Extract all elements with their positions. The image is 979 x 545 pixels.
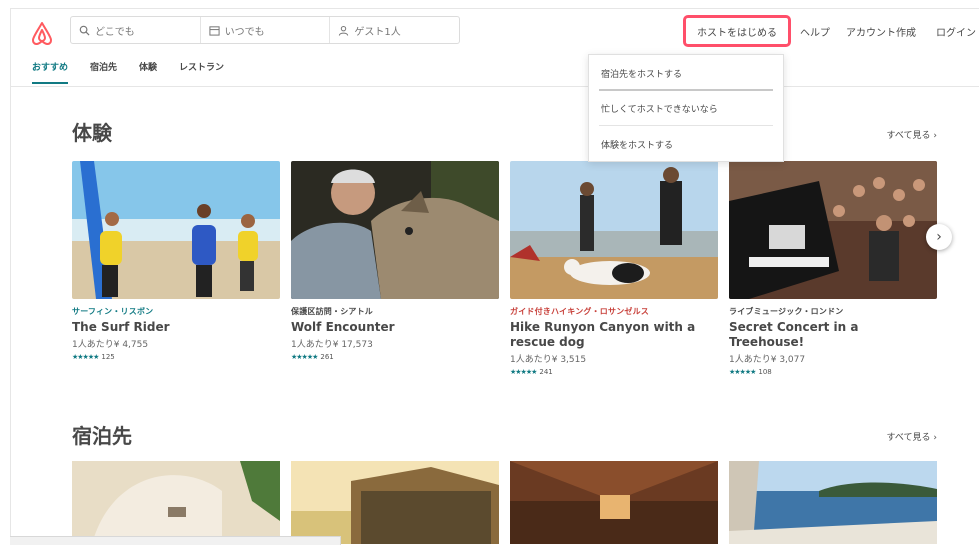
host-menu-item-experiences[interactable]: 体験をホストする: [601, 138, 673, 151]
experiences-heading: 体験: [72, 121, 112, 145]
star-rating-icon: ★★★★★: [291, 353, 318, 361]
review-count: 108: [758, 368, 772, 376]
experience-photo: [510, 161, 718, 299]
stay-photo[interactable]: [72, 461, 280, 544]
experience-card[interactable]: ガイド付きハイキング・ロサンゼルス Hike Runyon Canyon wit…: [510, 161, 718, 376]
experience-card[interactable]: サーフィン・リスボン The Surf Rider 1人あたり¥ 4,755 ★…: [72, 161, 280, 361]
stay-photo[interactable]: [729, 461, 937, 544]
when-field[interactable]: いつでも: [201, 17, 331, 43]
guests-field[interactable]: ゲスト1人: [330, 17, 459, 43]
stay-photo[interactable]: [291, 461, 499, 544]
experience-rating: ★★★★★ 261: [291, 353, 499, 361]
experience-rating: ★★★★★ 241: [510, 368, 718, 376]
tab-experiences[interactable]: 体験: [139, 60, 157, 84]
review-count: 241: [539, 368, 553, 376]
experiences-see-all-link[interactable]: すべて見る ›: [887, 128, 937, 141]
experience-rating: ★★★★★ 108: [729, 368, 937, 376]
stays-see-all-link[interactable]: すべて見る ›: [887, 430, 937, 443]
help-link[interactable]: ヘルプ: [800, 24, 830, 39]
star-rating-icon: ★★★★★: [72, 353, 99, 361]
experience-price: 1人あたり¥ 3,077: [729, 355, 806, 365]
host-menu-dropdown: 宿泊先をホストする 忙しくてホストできないなら 体験をホストする: [588, 54, 784, 162]
search-icon: [79, 25, 90, 36]
review-count: 125: [101, 353, 115, 361]
tab-restaurants[interactable]: レストラン: [179, 60, 224, 84]
experience-category: 保護区訪問・シアトル: [291, 307, 373, 316]
experience-category: ライブミュージック・ロンドン: [729, 307, 844, 316]
where-field[interactable]: どこでも: [71, 17, 201, 43]
calendar-icon: [209, 25, 220, 36]
experience-title: Hike Runyon Canyon with a rescue dog: [510, 320, 696, 349]
experience-category: サーフィン・リスボン: [72, 307, 154, 316]
experience-photo: [72, 161, 280, 299]
where-value: どこでも: [95, 26, 135, 38]
stay-photo[interactable]: [510, 461, 718, 544]
experience-title: Wolf Encounter: [291, 320, 395, 334]
experience-card[interactable]: 保護区訪問・シアトル Wolf Encounter 1人あたり¥ 17,573 …: [291, 161, 499, 361]
review-count: 261: [320, 353, 334, 361]
experience-title: The Surf Rider: [72, 320, 170, 334]
host-menu-item-stays[interactable]: 宿泊先をホストする: [601, 67, 682, 80]
host-menu-item-busy[interactable]: 忙しくてホストできないなら: [601, 102, 718, 115]
experience-photo: [291, 161, 499, 299]
experience-price: 1人あたり¥ 4,755: [72, 340, 149, 350]
login-link[interactable]: ログイン: [936, 24, 976, 39]
star-rating-icon: ★★★★★: [510, 368, 537, 376]
divider: [599, 89, 773, 91]
chevron-right-icon: ›: [936, 229, 942, 245]
search-bar[interactable]: どこでも いつでも ゲスト1人: [70, 16, 460, 44]
tab-recommended[interactable]: おすすめ: [32, 60, 69, 84]
experience-photo: [729, 161, 937, 299]
signup-link[interactable]: アカウント作成: [846, 24, 916, 39]
when-value: いつでも: [224, 26, 265, 38]
experience-rating: ★★★★★ 125: [72, 353, 280, 361]
experience-card[interactable]: ライブミュージック・ロンドン Secret Concert in a Treeh…: [729, 161, 937, 376]
tabs-divider: [10, 86, 979, 87]
experience-price: 1人あたり¥ 17,573: [291, 340, 373, 350]
divider: [599, 125, 773, 126]
airbnb-logo[interactable]: [28, 20, 56, 48]
become-host-label: ホストをはじめる: [697, 27, 777, 39]
become-host-button[interactable]: ホストをはじめる: [683, 15, 791, 47]
carousel-next-button[interactable]: ›: [926, 224, 952, 250]
experience-price: 1人あたり¥ 3,515: [510, 355, 587, 365]
guests-value: ゲスト1人: [354, 26, 401, 38]
experience-title: Secret Concert in a Treehouse!: [729, 320, 859, 349]
tab-stays[interactable]: 宿泊先: [90, 60, 117, 84]
stays-heading: 宿泊先: [72, 424, 132, 448]
category-tabs: おすすめ 宿泊先 体験 レストラン: [32, 60, 224, 84]
person-icon: [339, 25, 349, 36]
experience-category: ガイド付きハイキング・ロサンゼルス: [510, 307, 649, 316]
star-rating-icon: ★★★★★: [729, 368, 756, 376]
